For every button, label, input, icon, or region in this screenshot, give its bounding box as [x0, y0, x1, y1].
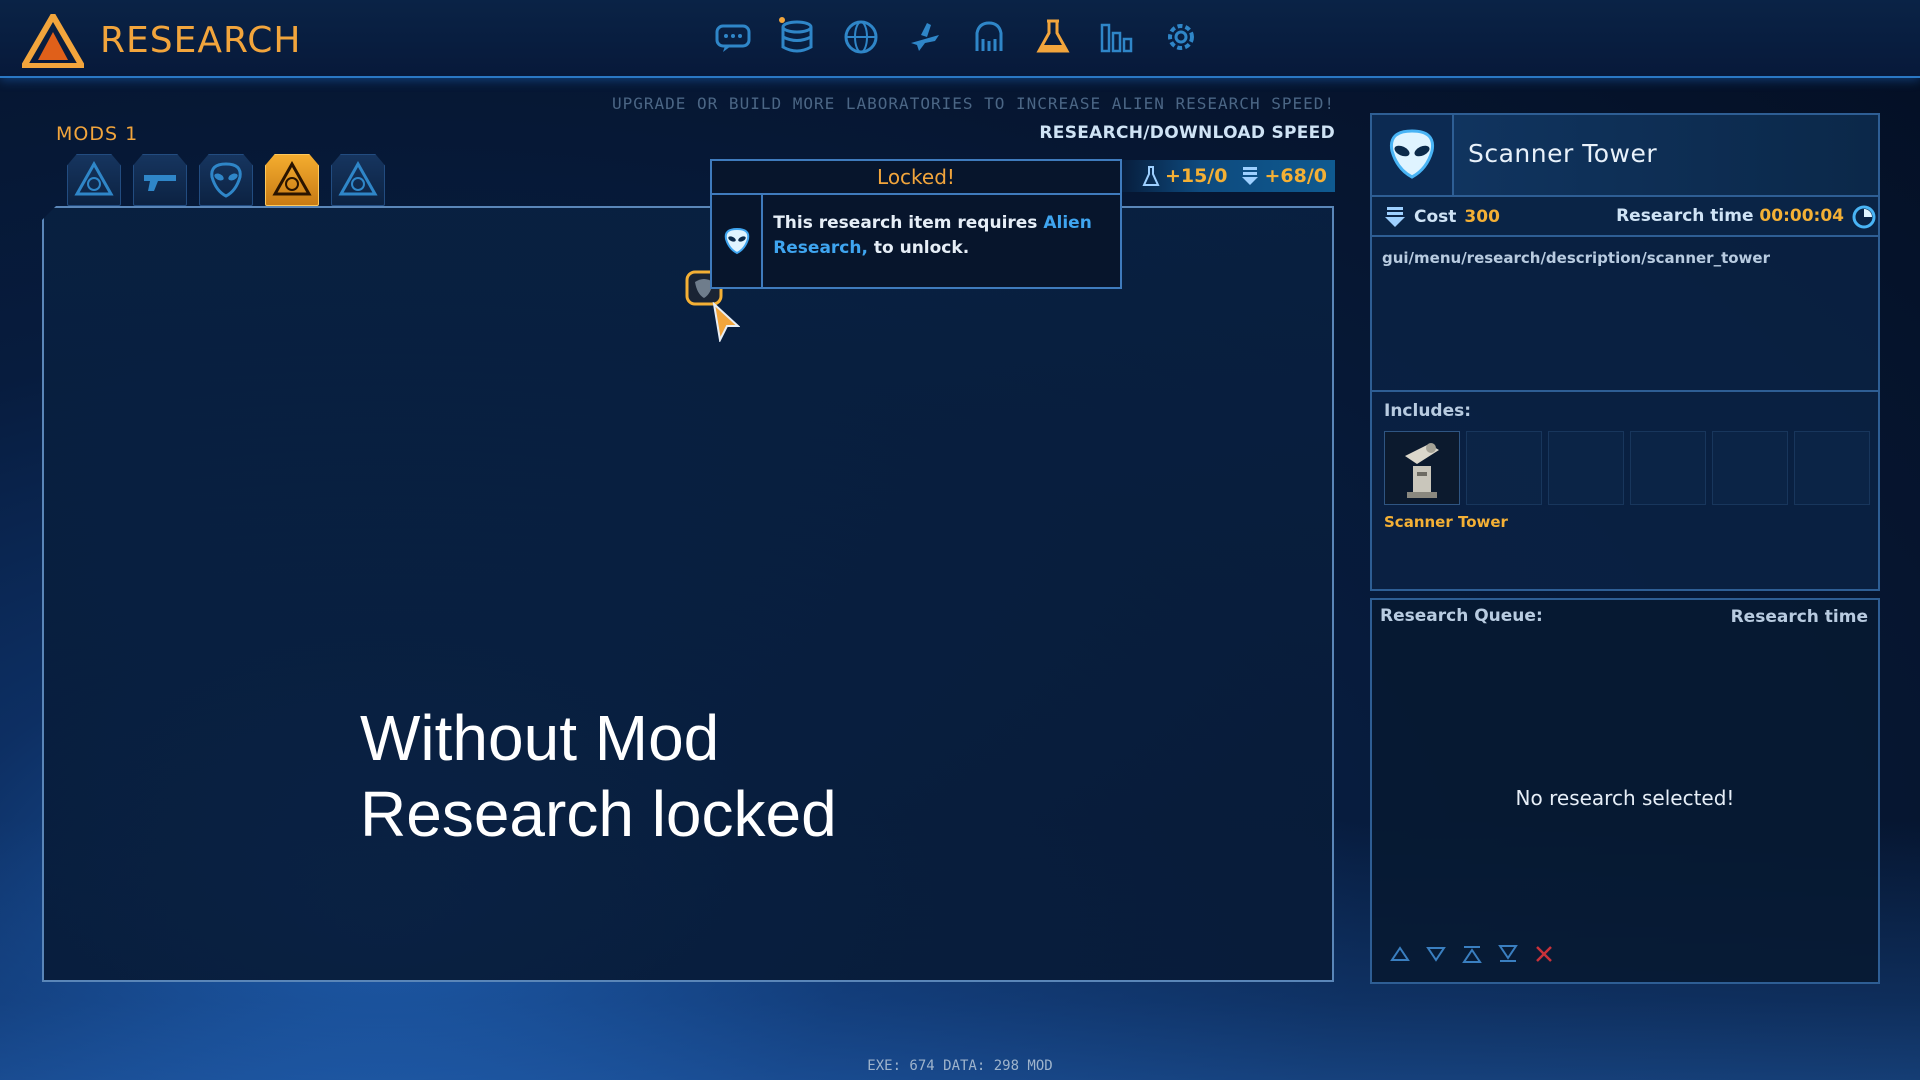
nav-globe-button[interactable] — [838, 12, 884, 62]
mod-tab-weapons[interactable] — [133, 154, 187, 206]
build-info: EXE: 674 DATA: 298 MOD — [867, 1058, 1053, 1074]
include-item-name: Scanner Tower — [1384, 513, 1508, 531]
includes-label: Includes: — [1384, 401, 1472, 421]
download-speed-value: +68/0 — [1264, 165, 1327, 187]
research-time-value: 00:00:04 — [1759, 206, 1844, 226]
alien-creature-icon — [975, 21, 1003, 51]
detail-meta-row: Cost 300 Research time 00:00:04 — [1372, 197, 1878, 237]
research-detail-panel: Scanner Tower Cost 300 Research time 00:… — [1370, 113, 1880, 591]
include-slot-empty — [1548, 431, 1624, 505]
alien-icon — [724, 227, 749, 255]
alien-icon — [1389, 129, 1435, 179]
nav-stats-button[interactable] — [1094, 12, 1140, 62]
weapon-icon — [144, 175, 176, 191]
download-speed: +68/0 — [1241, 165, 1327, 187]
main-nav — [710, 12, 1204, 62]
research-item-name: Scanner Tower — [1468, 139, 1658, 168]
mod-tab-base-2[interactable] — [331, 154, 385, 206]
nav-database-button[interactable] — [774, 12, 820, 62]
download-icon — [1242, 167, 1259, 185]
research-speed-value: +15/0 — [1164, 165, 1228, 187]
top-bar: RESEARCH — [0, 0, 1920, 78]
include-slot-empty — [1712, 431, 1788, 505]
aircraft-icon — [911, 23, 939, 51]
alien-icon — [210, 162, 242, 198]
tooltip-body: This research item requires Alien Resear… — [712, 195, 1120, 287]
research-time: Research time 00:00:04 — [1616, 206, 1844, 226]
tooltip-title: Locked! — [712, 161, 1120, 195]
flask-icon — [1036, 19, 1070, 53]
research-time-label: Research time — [1616, 206, 1754, 226]
lab-hint: UPGRADE OR BUILD MORE LABORATORIES TO IN… — [611, 94, 1335, 113]
include-slot-empty — [1794, 431, 1870, 505]
tooltip-message: This research item requires Alien Resear… — [763, 195, 1120, 287]
include-slot-empty — [1466, 431, 1542, 505]
detail-title-box: Scanner Tower — [1454, 115, 1878, 197]
divider — [1372, 390, 1878, 392]
remove-icon[interactable] — [1534, 944, 1554, 964]
detail-icon-box — [1372, 115, 1454, 197]
overlay-line-2: Research locked — [360, 778, 837, 850]
clock-icon — [1852, 205, 1876, 229]
tooltip-text-after: to unlock. — [867, 238, 970, 258]
overlay-line-1: Without Mod — [360, 702, 720, 774]
speed-bar: +15/0 +68/0 — [1110, 160, 1335, 192]
mods-label: MODS 1 — [56, 123, 139, 145]
research-tree-panel[interactable] — [42, 206, 1334, 982]
cost-value: 300 — [1464, 207, 1500, 227]
cost: Cost 300 — [1384, 206, 1500, 228]
overlay-caption: Without Mod Research locked — [360, 700, 837, 852]
tooltip-text-before: This research item requires — [773, 213, 1044, 233]
flask-small-icon — [1142, 166, 1160, 186]
speed-label: RESEARCH/DOWNLOAD SPEED — [1039, 123, 1335, 143]
nav-aircraft-button[interactable] — [902, 12, 948, 62]
locked-tooltip: Locked! This research item requires Alie… — [710, 159, 1122, 289]
research-queue-panel: Research Queue: Research time No researc… — [1370, 598, 1880, 984]
move-down-icon[interactable] — [1426, 944, 1446, 964]
nav-settings-button[interactable] — [1158, 12, 1204, 62]
move-top-icon[interactable] — [1462, 944, 1482, 964]
nav-research-button[interactable] — [1030, 12, 1076, 62]
globe-icon — [844, 20, 878, 54]
cost-label: Cost — [1414, 207, 1457, 227]
gear-icon — [1168, 24, 1194, 50]
move-bottom-icon[interactable] — [1498, 944, 1518, 964]
tooltip-icon-box — [712, 195, 764, 287]
chat-icon — [715, 24, 751, 52]
mouse-cursor-icon — [712, 302, 740, 342]
include-slot-scanner-tower[interactable] — [1384, 431, 1460, 505]
game-logo-icon — [22, 14, 84, 68]
queue-time-header: Research time — [1730, 607, 1868, 627]
mod-tab-base-active[interactable] — [265, 154, 319, 206]
move-up-icon[interactable] — [1390, 944, 1410, 964]
research-speed: +15/0 — [1142, 165, 1228, 187]
research-description: gui/menu/research/description/scanner_to… — [1382, 249, 1770, 267]
base-icon — [74, 161, 114, 196]
scanner-tower-icon — [1405, 443, 1439, 498]
base-active-icon — [272, 161, 312, 196]
page-title: RESEARCH — [100, 20, 302, 61]
nav-creatures-button[interactable] — [966, 12, 1012, 62]
includes-slots — [1384, 431, 1870, 505]
nav-chat-button[interactable] — [710, 12, 756, 62]
database-icon — [779, 17, 813, 53]
queue-title: Research Queue: — [1380, 606, 1543, 626]
mod-tab-base[interactable] — [67, 154, 121, 206]
mod-tab-aliens[interactable] — [199, 154, 253, 206]
queue-controls — [1390, 944, 1554, 964]
base-icon — [338, 161, 378, 196]
queue-empty-message: No research selected! — [1515, 786, 1735, 810]
include-slot-empty — [1630, 431, 1706, 505]
stats-icon — [1100, 23, 1133, 53]
mod-tabs — [67, 154, 385, 206]
download-icon — [1385, 207, 1405, 227]
